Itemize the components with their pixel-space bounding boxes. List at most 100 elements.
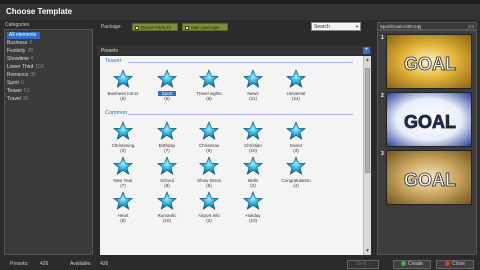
create-label: Create [407, 261, 423, 267]
category-count: 103 [35, 64, 44, 70]
preset-tile[interactable]: Christening (3) [100, 121, 146, 155]
add-preset-button[interactable]: + [363, 47, 370, 54]
category-item[interactable]: All elements [7, 32, 41, 39]
preset-count: (21) [248, 96, 257, 101]
star-icon [157, 191, 177, 210]
category-item[interactable]: Romance 35 [7, 72, 36, 79]
preset-tile[interactable]: Birthday (7) [144, 121, 190, 155]
search-box[interactable]: Search ▼ [311, 22, 361, 31]
category-item[interactable]: Lower Third 103 [7, 64, 44, 71]
preset-count: (6) [164, 96, 170, 101]
star-icon [113, 156, 133, 175]
category-count: 30 [22, 96, 29, 102]
preset-count: (10) [248, 148, 257, 153]
preset-tile[interactable]: Bells (2) [230, 156, 276, 190]
scroll-up-icon[interactable]: ▲ [365, 57, 370, 63]
scroll-down-icon[interactable]: ▼ [365, 248, 370, 254]
preset-count: (7) [164, 148, 170, 153]
presets-scrollbar[interactable]: ▲ ▼ [363, 56, 371, 255]
star-icon [199, 191, 219, 210]
category-count: 8 [29, 40, 33, 46]
star-icon [286, 156, 306, 175]
star-icon [199, 156, 219, 175]
dialog-header: Choose Template [0, 4, 480, 20]
available-count-value: 426 [100, 261, 109, 267]
package-bonus-pack-checkbox[interactable]: Bonus Pack #1 [132, 23, 178, 31]
star-icon [243, 156, 263, 175]
preview-thumbnail[interactable]: GOAL [386, 150, 472, 205]
category-item[interactable]: Business 8 [7, 40, 32, 47]
category-item[interactable]: Festivity 28 [7, 48, 33, 55]
preset-tile[interactable]: Universal (24) [273, 69, 319, 103]
preset-tile[interactable]: Event (3) [273, 121, 319, 155]
preset-count: (2) [206, 218, 212, 223]
category-name: Lower Third [7, 64, 34, 70]
next-icon: › [366, 261, 370, 267]
preset-count: (8) [164, 183, 170, 188]
star-icon [157, 69, 177, 88]
package-label: Package: [101, 24, 122, 30]
preview-thumbnail[interactable]: GOAL [386, 34, 472, 89]
preset-tile[interactable]: Romantic (10) [144, 191, 190, 225]
preset-tile[interactable]: Christian (10) [230, 121, 276, 155]
categories-label: Categories [5, 22, 30, 28]
preset-count: (2) [250, 183, 256, 188]
preset-tile[interactable]: School (8) [144, 156, 190, 190]
window-caption: ... [200, 0, 203, 3]
thumbnail-number: 3 [381, 151, 384, 157]
goal-graphic: GOAL [404, 170, 457, 191]
create-button[interactable]: Create [393, 260, 431, 269]
dialog-title: Choose Template [6, 7, 73, 16]
search-placeholder: Search [314, 24, 330, 30]
star-icon [243, 191, 263, 210]
preset-tile[interactable]: Airport Info (2) [186, 191, 232, 225]
package-name: Bonus Pack #1 [141, 25, 172, 30]
create-icon [400, 261, 406, 266]
category-count: 6 [30, 56, 34, 62]
preset-tile[interactable]: Heart (8) [100, 191, 146, 225]
next-label: Next [356, 261, 367, 267]
preview-filename: Sport\Goal-c000.mpj [380, 24, 422, 29]
thumbnail-number: 2 [381, 93, 384, 99]
checkbox-icon [185, 26, 189, 30]
close-button[interactable]: Close [436, 260, 474, 269]
category-item[interactable]: Showtime 6 [7, 56, 34, 63]
package-main-checkbox[interactable]: Main package [182, 23, 228, 31]
category-name: Business [7, 40, 28, 46]
preset-tile[interactable]: New Year (7) [100, 156, 146, 190]
preset-tile[interactable]: Holiday (10) [230, 191, 276, 225]
goal-graphic: GOAL [404, 112, 457, 133]
preset-tile[interactable]: Show Intros (6) [186, 156, 232, 190]
preview-list[interactable]: 1 GOAL 2 GOAL 3 GOAL [377, 30, 477, 255]
category-item[interactable]: Travel 30 [7, 96, 28, 103]
section-title: Common [105, 110, 128, 116]
star-icon [113, 69, 133, 88]
star-icon [199, 121, 219, 140]
close-icon [445, 261, 451, 266]
close-label: Close [452, 261, 465, 267]
preset-tile[interactable]: Travel sights (6) [186, 69, 232, 103]
preset-count: (3) [293, 148, 299, 153]
category-name: Showtime [7, 56, 29, 62]
preset-tile[interactable]: Business Intros (6) [100, 69, 146, 103]
next-button[interactable]: Next › [347, 260, 379, 269]
preset-tile[interactable]: News (21) [230, 69, 276, 103]
preview-thumbnail[interactable]: GOAL [386, 92, 472, 147]
category-count: 35 [30, 72, 36, 78]
category-count: 51 [24, 88, 30, 94]
thumbnail-number: 1 [381, 35, 384, 41]
preset-tile[interactable]: Congratulation (4) [273, 156, 319, 190]
category-item[interactable]: Sport 6 [7, 80, 24, 87]
preset-count: (3) [120, 148, 126, 153]
star-icon [113, 191, 133, 210]
scrollbar-thumb[interactable] [365, 68, 370, 173]
presets-grid: Teaser Business Intros (6) Sport (6) Travel s… [100, 56, 363, 255]
preset-tile[interactable]: Christmas (6) [186, 121, 232, 155]
chevron-down-icon[interactable]: ▼ [355, 24, 359, 29]
preset-tile[interactable]: Sport (6) [144, 69, 190, 103]
preset-count: (6) [206, 148, 212, 153]
section-divider [128, 114, 353, 115]
preset-count: (24) [291, 96, 300, 101]
category-item[interactable]: Teaser 51 [7, 88, 30, 95]
preset-count: (6) [206, 96, 212, 101]
